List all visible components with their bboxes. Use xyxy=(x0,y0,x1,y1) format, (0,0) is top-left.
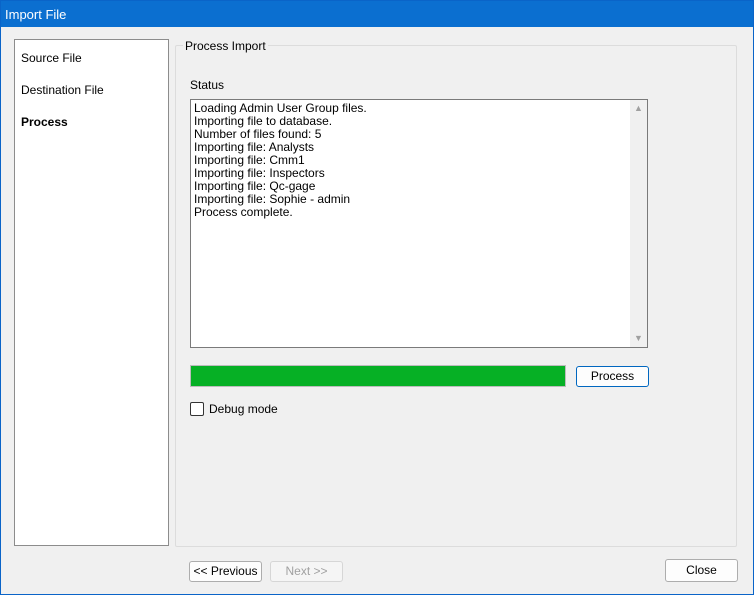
status-label: Status xyxy=(190,78,225,92)
title-bar[interactable]: Import File xyxy=(1,1,753,27)
progress-bar xyxy=(190,365,566,387)
wizard-step-list: Source File Destination File Process xyxy=(14,39,169,546)
previous-button[interactable]: << Previous xyxy=(189,561,262,582)
step-process[interactable]: Process xyxy=(21,115,68,129)
status-log-scrollbar[interactable]: ▲ ▼ xyxy=(630,100,647,347)
import-file-window: Import File Source File Destination File… xyxy=(0,0,754,595)
status-log[interactable]: Loading Admin User Group files. Importin… xyxy=(190,99,648,348)
window-title: Import File xyxy=(5,7,67,22)
debug-mode-label[interactable]: Debug mode xyxy=(209,402,278,416)
debug-mode-checkbox[interactable] xyxy=(190,402,204,416)
status-log-text: Loading Admin User Group files. Importin… xyxy=(194,102,629,219)
next-button[interactable]: Next >> xyxy=(270,561,343,582)
scroll-down-arrow-icon[interactable]: ▼ xyxy=(630,330,647,347)
step-destination-file[interactable]: Destination File xyxy=(21,83,104,97)
process-button[interactable]: Process xyxy=(576,366,649,387)
progress-bar-fill xyxy=(191,366,565,386)
close-button[interactable]: Close xyxy=(665,559,738,582)
scroll-up-arrow-icon[interactable]: ▲ xyxy=(630,100,647,117)
process-import-group-title: Process Import xyxy=(183,39,268,53)
step-source-file[interactable]: Source File xyxy=(21,51,82,65)
status-line: Process complete. xyxy=(194,205,293,219)
